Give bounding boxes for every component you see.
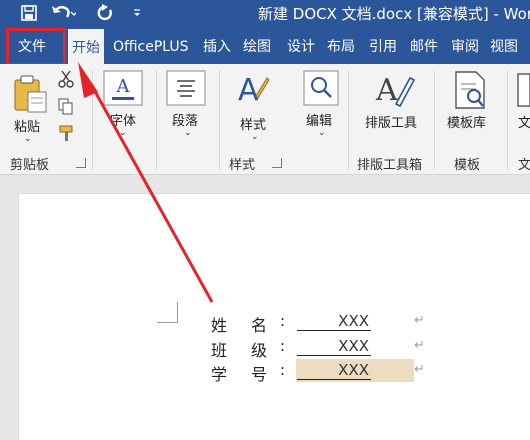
paste-label[interactable]: 粘贴 — [14, 116, 40, 135]
editing-label[interactable]: 编辑 — [306, 110, 332, 129]
row-label-char: 姓 — [211, 316, 228, 335]
styles-icon[interactable]: A — [234, 70, 270, 114]
redo-icon[interactable] — [94, 2, 116, 24]
paragraph-dropdown-icon[interactable]: ⌄ — [184, 128, 192, 138]
styles-label[interactable]: 样式 — [240, 114, 266, 133]
tab-view[interactable]: 视图 — [490, 37, 518, 58]
editing-icon[interactable] — [303, 70, 339, 110]
row-label-char: 名 — [251, 316, 268, 335]
copy-icon[interactable] — [58, 98, 74, 120]
row-value[interactable]: XXX — [297, 311, 371, 331]
editing-dropdown-icon[interactable]: ⌄ — [318, 128, 326, 138]
tab-home-label: 开始 — [72, 40, 100, 56]
font-dropdown-icon[interactable]: ⌄ — [119, 128, 127, 138]
save-icon[interactable] — [18, 2, 40, 24]
cut-icon[interactable] — [58, 70, 74, 92]
paragraph-mark: ↵ — [414, 313, 425, 328]
template-label[interactable]: 模板库 — [447, 112, 486, 131]
document-area — [0, 175, 530, 440]
tab-home[interactable]: 开始 — [68, 29, 104, 64]
partial-tool-icon[interactable] — [516, 72, 530, 112]
partial-tool-label[interactable]: 文 — [518, 112, 530, 131]
font-icon[interactable]: A — [103, 70, 143, 110]
tab-file[interactable]: 文件 — [6, 28, 66, 66]
clipboard-group-label: 剪贴板 — [10, 158, 50, 173]
row-value[interactable]: XXX — [297, 360, 371, 380]
row-label-char: 号 — [251, 365, 268, 384]
layout-tool-icon[interactable]: A — [372, 70, 416, 114]
margin-corner-mark — [157, 302, 178, 323]
paragraph-mark: ↵ — [414, 338, 425, 353]
paragraph-label[interactable]: 段落 — [172, 110, 198, 129]
tab-design[interactable]: 设计 — [287, 37, 315, 58]
paragraph-mark: ↵ — [414, 362, 425, 377]
ribbon: 粘贴 ⌄ 剪贴板 A 字体 ⌄ 段落 ⌄ A 样式 ⌄ 样式 编辑 ⌄ A 排版… — [0, 64, 530, 175]
group-separator — [348, 70, 349, 170]
styles-launcher-icon[interactable] — [272, 158, 282, 168]
template-group-label: 模板 — [454, 158, 481, 173]
layout-tool-group-label: 排版工具箱 — [357, 158, 423, 173]
row-colon: : — [280, 361, 286, 379]
styles-dropdown-icon[interactable]: ⌄ — [251, 132, 259, 142]
document-page[interactable] — [18, 193, 530, 440]
row-label-char: 班 — [211, 341, 228, 360]
group-separator — [434, 70, 435, 170]
svg-text:A: A — [375, 73, 398, 108]
layout-tool-label[interactable]: 排版工具 — [365, 112, 417, 131]
tab-officeplus[interactable]: OfficePLUS — [113, 37, 189, 58]
row-label-char: 学 — [211, 365, 228, 384]
group-separator — [92, 70, 93, 170]
clipboard-launcher-icon[interactable] — [76, 158, 86, 168]
group-separator — [507, 70, 508, 170]
row-colon: : — [280, 337, 286, 355]
group-separator — [156, 70, 157, 170]
tab-layout[interactable]: 布局 — [327, 37, 355, 58]
svg-text:A: A — [238, 73, 259, 108]
svg-text:A: A — [116, 76, 131, 97]
partial-group-label: 文 — [518, 158, 530, 173]
row-label-char: 级 — [251, 341, 268, 360]
template-icon[interactable] — [452, 70, 488, 114]
styles-group-label: 样式 — [229, 158, 256, 173]
paragraph-icon[interactable] — [166, 70, 206, 110]
title-bar: 新建 DOCX 文档.docx [兼容模式] - Word — [0, 0, 530, 28]
font-label[interactable]: 字体 — [110, 110, 136, 129]
format-painter-icon[interactable] — [58, 124, 76, 146]
tab-review[interactable]: 审阅 — [451, 37, 479, 58]
tab-references[interactable]: 引用 — [369, 37, 397, 58]
paste-icon[interactable] — [12, 74, 48, 118]
customize-qat-icon[interactable] — [130, 2, 144, 24]
paste-dropdown-icon[interactable]: ⌄ — [24, 134, 32, 144]
group-separator — [219, 70, 220, 170]
tab-file-label: 文件 — [18, 39, 46, 55]
undo-icon[interactable] — [48, 2, 78, 24]
row-value[interactable]: XXX — [297, 336, 371, 356]
tab-mailings[interactable]: 邮件 — [410, 37, 438, 58]
window-title: 新建 DOCX 文档.docx [兼容模式] - Word — [258, 5, 530, 23]
tab-insert[interactable]: 插入 — [203, 37, 231, 58]
row-colon: : — [280, 312, 286, 330]
tab-draw[interactable]: 绘图 — [243, 37, 271, 58]
